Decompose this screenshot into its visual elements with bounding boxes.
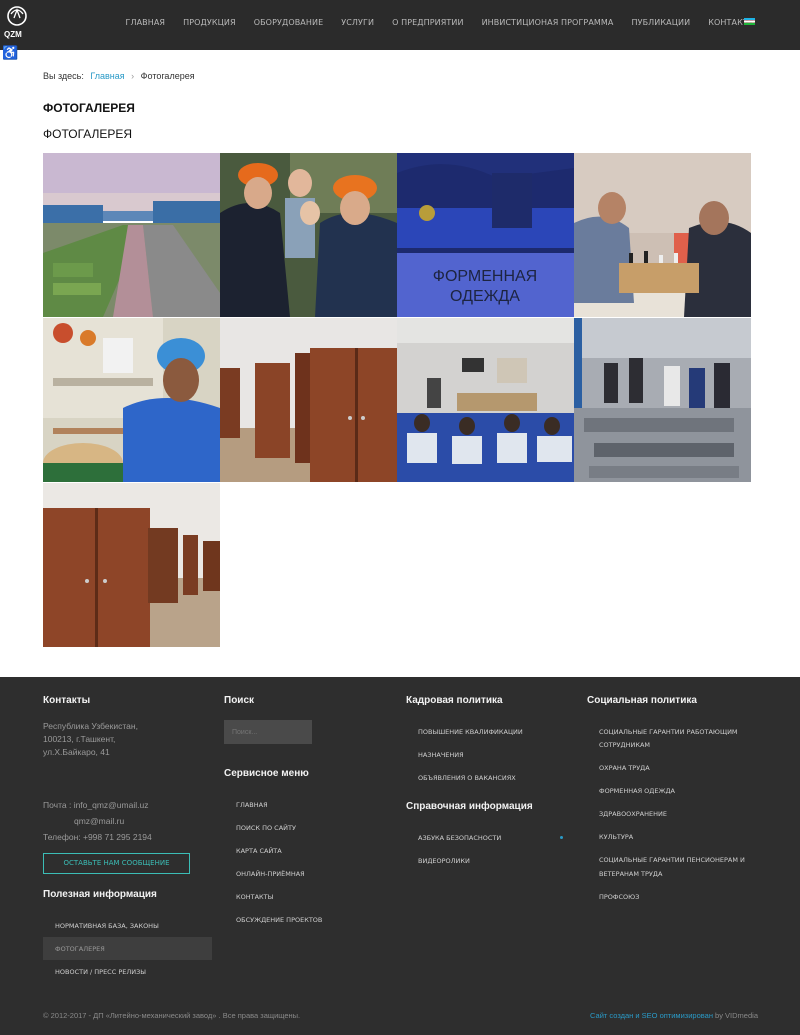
locker-room-photo xyxy=(220,318,397,482)
uzbekistan-flag-icon[interactable] xyxy=(744,18,755,25)
factory-aerial-photo xyxy=(43,153,220,317)
footer-social-link-union[interactable]: ПРОФСОЮЗ xyxy=(599,893,639,901)
copyright-text: © 2012-2017 - ДП «Литейно-механический з… xyxy=(43,1011,301,1020)
developer-credit: Сайт создан и SEO оптимизирован by VIDme… xyxy=(590,1011,758,1020)
footer-reference-heading: Справочная информация xyxy=(406,801,533,812)
top-navbar: QZM ГЛАВНАЯ ПРОДУКЦИЯ ОБОРУДОВАНИЕ УСЛУГ… xyxy=(0,0,800,50)
footer-phone: Телефон: +998 71 295 2194 xyxy=(43,832,152,842)
gallery-thumb-factory[interactable] xyxy=(43,153,220,317)
footer-social-link-guarantees[interactable]: СОЦИАЛЬНЫЕ ГАРАНТИИ РАБОТАЮЩИМ xyxy=(599,728,738,736)
footer-service-link-reception[interactable]: ОНЛАЙН-ПРИЁМНАЯ xyxy=(236,870,305,878)
footer-reference-link-videos[interactable]: ВИДЕОРОЛИКИ xyxy=(418,857,470,865)
gallery-thumb-canteen[interactable] xyxy=(43,318,220,482)
nav-item-equipment[interactable]: ОБОРУДОВАНИЕ xyxy=(254,18,324,27)
nav-item-services[interactable]: УСЛУГИ xyxy=(341,18,374,27)
footer-contacts-heading: Контакты xyxy=(43,695,91,706)
leave-message-button[interactable]: ОСТАВЬТЕ НАМ СООБЩЕНИЕ xyxy=(43,853,190,874)
gallery-thumb-uniform[interactable]: ФОРМЕННАЯ ОДЕЖДА xyxy=(397,153,574,317)
site-footer: Контакты Республика Узбекистан, 100213, … xyxy=(0,677,800,1035)
footer-service-link-projects[interactable]: ОБСУЖДЕНИЕ ПРОЕКТОВ xyxy=(236,916,322,924)
svg-text:ОДЕЖДА: ОДЕЖДА xyxy=(450,288,520,305)
developer-credit-suffix: by VIDmedia xyxy=(712,1011,758,1020)
footer-useful-heading: Полезная информация xyxy=(43,889,157,900)
footer-service-link-search[interactable]: ПОИСК ПО САЙТУ xyxy=(236,824,296,832)
footer-social-link-culture[interactable]: КУЛЬТУРА xyxy=(599,833,633,841)
lockers-photo xyxy=(43,483,220,647)
footer-social-link-uniform[interactable]: ФОРМЕННАЯ ОДЕЖДА xyxy=(599,787,675,795)
footer-reference-link-safety[interactable]: АЗБУКА БЕЗОПАСНОСТИ xyxy=(418,834,501,842)
main-nav: ГЛАВНАЯ ПРОДУКЦИЯ ОБОРУДОВАНИЕ УСЛУГИ О … xyxy=(107,0,755,44)
footer-hr-link-vacancies[interactable]: ОБЪЯВЛЕНИЯ О ВАКАНСИЯХ xyxy=(418,774,516,782)
footer-mail-alt[interactable]: qmz@mail.ru xyxy=(74,815,124,828)
page-title: ФОТОГАЛЕРЕЯ xyxy=(43,101,135,115)
gallery-thumb-lockers-2[interactable] xyxy=(43,483,220,647)
gallery-thumb-workers[interactable] xyxy=(220,153,397,317)
footer-hr-link-appointments[interactable]: НАЗНАЧЕНИЯ xyxy=(418,751,464,759)
nav-item-investment[interactable]: ИНВИСТИЦИОНАЯ ПРОГРАММА xyxy=(482,18,614,27)
svg-text:ФОРМЕННАЯ: ФОРМЕННАЯ xyxy=(433,268,537,285)
breadcrumb-prefix: Вы здесь: xyxy=(43,71,84,81)
footer-search-heading: Поиск xyxy=(224,695,255,706)
accessibility-icon[interactable]: ♿ xyxy=(2,46,18,60)
breadcrumb-separator: › xyxy=(131,71,135,81)
footer-social-link-guarantees-cont[interactable]: СОТРУДНИКАМ xyxy=(599,741,650,749)
nav-item-products[interactable]: ПРОДУКЦИЯ xyxy=(183,18,236,27)
svg-text:QZM: QZM xyxy=(4,30,22,39)
developer-credit-link[interactable]: Сайт создан и SEO оптимизирован xyxy=(590,1011,713,1020)
footer-mail[interactable]: Почта : info_qmz@umail.uz xyxy=(43,799,148,812)
footer-hr-heading: Кадровая политика xyxy=(406,695,503,706)
breadcrumb-home-link[interactable]: Главная xyxy=(90,71,124,81)
canteen-worker-photo xyxy=(43,318,220,482)
meeting-hall-photo xyxy=(397,318,574,482)
footer-hr-link-training[interactable]: ПОВЫШЕНИЕ КВАЛИФИКАЦИИ xyxy=(418,728,523,736)
workshop-photo xyxy=(574,318,751,482)
footer-social-link-labor[interactable]: ОХРАНА ТРУДА xyxy=(599,764,650,772)
nav-item-home[interactable]: ГЛАВНАЯ xyxy=(125,18,165,27)
page-subtitle: ФОТОГАЛЕРЕЯ xyxy=(43,127,133,141)
nav-item-about[interactable]: О ПРЕДПРИЯТИИ xyxy=(392,18,464,27)
footer-service-heading: Сервисное меню xyxy=(224,768,309,779)
nav-item-publications[interactable]: ПУБЛИКАЦИИ xyxy=(632,18,691,27)
footer-address-line-3: ул.Х.Байкаро, 41 xyxy=(43,747,110,757)
breadcrumb-current: Фотогалерея xyxy=(140,71,195,81)
footer-address-line-1: Республика Узбекистан, xyxy=(43,721,138,731)
uniform-photo: ФОРМЕННАЯ ОДЕЖДА xyxy=(397,153,574,317)
submenu-indicator-icon xyxy=(560,836,563,839)
footer-search-input[interactable] xyxy=(224,720,312,744)
footer-social-link-veterans[interactable]: ВЕТЕРАНАМ ТРУДА xyxy=(599,870,662,878)
company-logo[interactable]: QZM xyxy=(2,4,32,46)
gallery-thumb-meeting[interactable] xyxy=(397,318,574,482)
workers-hardhats-photo xyxy=(220,153,397,317)
footer-service-link-contacts[interactable]: КОНТАКТЫ xyxy=(236,893,273,901)
gallery-thumb-workshop[interactable] xyxy=(574,318,751,482)
footer-useful-link-laws[interactable]: НОРМАТИВНАЯ БАЗА, ЗАКОНЫ xyxy=(55,922,159,930)
footer-service-link-sitemap[interactable]: КАРТА САЙТА xyxy=(236,847,282,855)
footer-social-link-health[interactable]: ЗДРАВООХРАНЕНИЕ xyxy=(599,810,667,818)
footer-useful-link-news[interactable]: НОВОСТИ / ПРЕСС РЕЛИЗЫ xyxy=(55,968,146,976)
footer-service-link-home[interactable]: ГЛАВНАЯ xyxy=(236,801,268,809)
footer-useful-link-gallery[interactable]: ФОТОГАЛЕРЕЯ xyxy=(55,945,105,953)
breadcrumb: Вы здесь: Главная › Фотогалерея xyxy=(43,71,195,81)
footer-social-link-pensioners[interactable]: СОЦИАЛЬНЫЕ ГАРАНТИИ ПЕНСИОНЕРАМ И xyxy=(599,856,745,864)
gallery-thumb-lockers[interactable] xyxy=(220,318,397,482)
footer-social-heading: Социальная политика xyxy=(587,695,697,706)
footer-address-line-2: 100213, г.Ташкент, xyxy=(43,734,116,744)
gallery-thumb-chess[interactable] xyxy=(574,153,751,317)
chess-players-photo xyxy=(574,153,751,317)
